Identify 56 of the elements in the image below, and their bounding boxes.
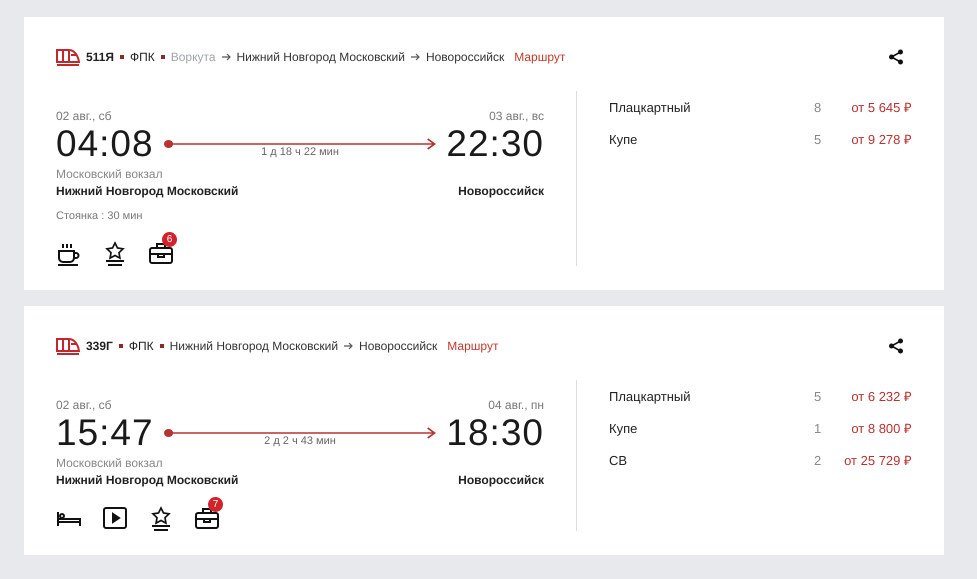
seat-count: 5	[814, 388, 822, 404]
departure-station: Московский вокзал	[56, 167, 164, 181]
arrival-date: 04 авг., пн	[488, 398, 544, 412]
route-station: Новороссийск	[426, 50, 504, 64]
count-badge: 6	[162, 232, 177, 247]
departure-time: 15:47	[56, 412, 154, 454]
price-link[interactable]: от 8 800 ₽	[844, 419, 912, 437]
car-class: Плацкартный	[609, 388, 692, 404]
price-link[interactable]: от 5 645 ₽	[844, 98, 912, 116]
trip-duration: 2 д 2 ч 43 мин	[264, 435, 336, 447]
carrier-name: ФПК	[130, 50, 155, 64]
trip-duration: 1 д 18 ч 22 мин	[261, 146, 339, 158]
share-icon[interactable]	[888, 49, 904, 65]
departure-date: 02 авг., сб	[56, 109, 112, 123]
arrival-city: Новороссийск	[458, 184, 544, 198]
seat-count: 1	[814, 420, 822, 436]
car-class: Купе	[609, 420, 638, 436]
route-link[interactable]: Маршрут	[447, 339, 498, 353]
star-icon	[148, 505, 174, 531]
route-station: Воркута	[170, 50, 216, 64]
car-class: Плацкартный	[609, 100, 692, 114]
train-logo-icon	[56, 336, 80, 356]
arrival-time: 18:30	[446, 412, 544, 454]
departure-time: 04:08	[56, 123, 154, 165]
arrow-icon	[222, 53, 231, 61]
price-link[interactable]: от 25 729 ₽	[844, 451, 912, 469]
route-station: Нижний Новгород Московский	[170, 339, 338, 353]
departure-city: Нижний Новгород Московский	[56, 473, 238, 487]
stop-duration: Стоянка : 30 мин	[56, 210, 144, 222]
price-link[interactable]: от 6 232 ₽	[844, 387, 912, 405]
train-number: 339Г	[86, 339, 113, 353]
departure-city: Нижний Новгород Московский	[56, 184, 238, 198]
seat-count: 8	[814, 100, 822, 114]
arrival-date: 03 авг., вс	[489, 109, 544, 123]
route-station: Новороссийск	[359, 339, 438, 353]
departure-date: 02 авг., сб	[56, 398, 112, 412]
seat-count: 5	[814, 132, 822, 146]
count-badge: 7	[208, 497, 223, 512]
video-icon	[102, 505, 128, 531]
car-class: СВ	[609, 452, 628, 468]
arrow-icon	[344, 342, 354, 350]
arrow-icon	[410, 53, 420, 61]
share-icon[interactable]	[888, 338, 904, 354]
car-class: Купе	[609, 132, 638, 146]
seat-count: 2	[814, 452, 822, 468]
departure-station: Московский вокзал	[56, 456, 164, 470]
route-station: Нижний Новгород Московский	[236, 50, 405, 64]
carrier-name: ФПК	[128, 339, 154, 353]
suitcase-icon	[194, 505, 220, 531]
route-link[interactable]: Маршрут	[514, 50, 566, 64]
arrival-city: Новороссийск	[458, 473, 544, 487]
arrival-time: 22:30	[446, 123, 544, 165]
price-link[interactable]: от 9 278 ₽	[844, 130, 912, 148]
train-logo-icon	[56, 47, 80, 67]
train-number: 511Я	[86, 50, 114, 64]
star-icon	[102, 240, 128, 266]
